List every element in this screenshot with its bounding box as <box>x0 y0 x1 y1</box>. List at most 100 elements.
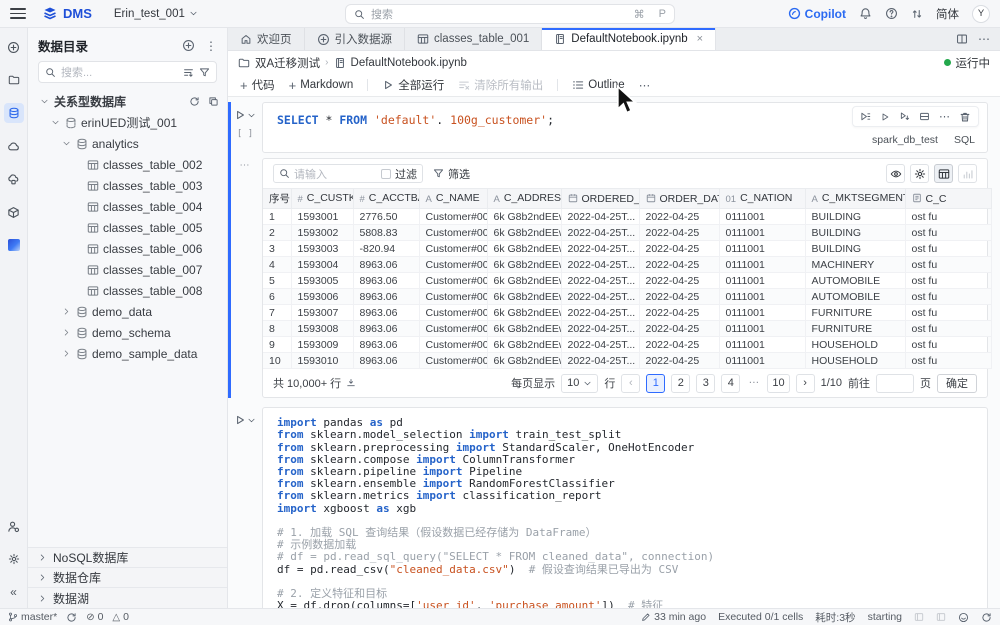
user-settings-icon[interactable] <box>4 516 24 536</box>
duplicate-icon[interactable] <box>208 96 219 107</box>
notifications-bell-icon[interactable] <box>859 7 872 20</box>
breadcrumb-folder[interactable]: 双A迁移测试 <box>255 55 320 71</box>
tree-item-classes_table_008[interactable]: classes_table_008 <box>28 280 227 301</box>
table-row[interactable]: 715930078963.06Customer#001...6k G8b2ndE… <box>263 304 992 322</box>
add-code-button[interactable]: + 代码 <box>240 77 275 93</box>
workspace-switcher[interactable]: Erin_test_001 <box>114 8 198 20</box>
git-branch[interactable]: master* <box>8 611 57 623</box>
tree-item-classes_table_007[interactable]: classes_table_007 <box>28 259 227 280</box>
cloud-sync-icon[interactable] <box>4 169 24 189</box>
hamburger-menu-icon[interactable] <box>10 6 26 22</box>
breadcrumb-file[interactable]: DefaultNotebook.ipynb <box>351 57 467 69</box>
tree-item-classes_table_006[interactable]: classes_table_006 <box>28 238 227 259</box>
download-icon[interactable] <box>346 378 356 388</box>
column-header-C_NAME[interactable]: A C_NAME <box>419 188 488 210</box>
tree-item-classes_table_004[interactable]: classes_table_004 <box>28 196 227 217</box>
run-cell-button[interactable] <box>234 109 256 121</box>
catalog-search-input[interactable]: 搜索... <box>38 61 217 83</box>
chart-view-button[interactable] <box>958 164 977 184</box>
page-button-4[interactable]: 4 <box>721 373 741 393</box>
cube-icon[interactable] <box>4 202 24 222</box>
copilot-button[interactable]: Copilot <box>788 7 846 21</box>
column-header-C_NATION[interactable]: 01 C_NATION <box>719 188 806 210</box>
warning-count[interactable]: △ 0 <box>112 611 129 623</box>
column-header-C_C[interactable]: C_C <box>905 188 992 210</box>
folder-icon[interactable] <box>4 70 24 90</box>
column-header-C_ADDRESS[interactable]: AC_ADDRESS <box>487 188 562 210</box>
more-vertical-icon[interactable]: ⋮ <box>205 39 217 53</box>
tree-item-demo_sample_data[interactable]: demo_sample_data <box>28 343 227 364</box>
panel-toggle-icon[interactable] <box>936 612 946 622</box>
grid-view-button[interactable] <box>934 164 953 184</box>
run-cell-button[interactable] <box>234 414 256 426</box>
updown-arrows-icon[interactable] <box>911 8 923 20</box>
column-header-C_ACCTBAL[interactable]: #C_ACCTBAL <box>353 188 420 210</box>
panel-toggle-icon[interactable] <box>914 612 924 622</box>
avatar[interactable]: Y <box>972 4 990 23</box>
next-page-button[interactable]: › <box>795 373 815 393</box>
chevron-right-icon[interactable] <box>60 328 72 337</box>
run-below-icon[interactable] <box>899 111 910 122</box>
tab-欢迎页[interactable]: 欢迎页 <box>228 28 305 50</box>
tree-item-classes_table_002[interactable]: classes_table_002 <box>28 154 227 175</box>
tab-classes_table_001[interactable]: classes_table_001 <box>405 28 543 50</box>
table-row[interactable]: 1015930108963.06Customer#001...6k G8b2nd… <box>263 352 992 370</box>
column-header-ORDERED_AT[interactable]: ORDERED_AT <box>561 188 640 210</box>
goto-page-input[interactable] <box>876 373 914 393</box>
python-cell[interactable]: import pandas as pd from sklearn.model_se… <box>262 407 988 608</box>
page-button-2[interactable]: 2 <box>671 373 691 393</box>
chevron-right-icon[interactable] <box>60 307 72 316</box>
table-row[interactable]: 915930098963.06Customer#001...6k G8b2ndE… <box>263 336 992 354</box>
result-filter-input[interactable]: 请输入 过滤 <box>273 164 423 184</box>
help-icon[interactable] <box>885 7 898 20</box>
result-settings-button[interactable] <box>910 164 929 184</box>
more-horizontal-icon[interactable]: ⋯ <box>978 32 990 46</box>
run-all-button[interactable]: 全部运行 <box>382 77 444 93</box>
filter-funnel-icon[interactable] <box>199 67 210 78</box>
gear-icon[interactable] <box>4 549 24 569</box>
collapse-left-icon[interactable]: « <box>4 582 24 602</box>
output-drag-handle[interactable]: ⋯ <box>240 160 251 171</box>
tree-item-关系型数据库[interactable]: 关系型数据库 <box>28 91 227 112</box>
prev-page-button[interactable]: ‹ <box>621 373 641 393</box>
column-header-ORDER_DATE[interactable]: ORDER_DATE <box>639 188 720 210</box>
chevron-down-icon[interactable] <box>38 97 50 106</box>
goto-confirm-button[interactable]: 确定 <box>937 373 977 393</box>
tree-item-demo_schema[interactable]: demo_schema <box>28 322 227 343</box>
global-search-input[interactable]: 搜索 ⌘ P <box>345 4 675 24</box>
column-header-C_MKTSEGMENT[interactable]: A C_MKTSEGMENT <box>805 188 906 210</box>
outline-button[interactable]: Outline <box>572 79 625 91</box>
table-row[interactable]: 415930048963.06Customer#001...6k G8b2ndE… <box>263 256 992 274</box>
tab-DefaultNotebook.ipynb[interactable]: DefaultNotebook.ipynb × <box>542 28 717 50</box>
trash-icon[interactable] <box>959 111 971 123</box>
error-count[interactable]: ⊘ 0 <box>86 611 103 623</box>
column-header-序号[interactable]: 序号 <box>263 188 292 210</box>
dms-logo[interactable]: DMS <box>42 6 92 22</box>
tree-item-classes_table_005[interactable]: classes_table_005 <box>28 217 227 238</box>
python-code[interactable]: import pandas as pd from sklearn.model_se… <box>263 408 987 608</box>
split-pane-icon[interactable] <box>956 33 968 45</box>
chevron-right-icon[interactable] <box>60 349 72 358</box>
refresh-icon[interactable] <box>981 612 992 623</box>
preview-eye-button[interactable] <box>886 164 905 184</box>
plus-circle-icon[interactable] <box>4 37 24 57</box>
chevron-down-icon[interactable] <box>49 118 61 127</box>
page-button-1[interactable]: 1 <box>646 373 666 393</box>
table-row[interactable]: 115930012776.50Customer#001...6k G8b2ndE… <box>263 208 992 226</box>
catalog-section-数据湖[interactable]: 数据湖 <box>28 588 227 608</box>
table-row[interactable]: 31593003-820.94Customer#001...6k G8b2ndE… <box>263 240 992 258</box>
tree-item-erinUED测试_001[interactable]: erinUED测试_001 <box>28 112 227 133</box>
clear-outputs-button[interactable]: 清除所有输出 <box>458 77 543 93</box>
database-icon[interactable] <box>3 103 24 123</box>
sync-icon[interactable] <box>66 612 77 623</box>
sift-button[interactable]: 筛选 <box>433 166 470 182</box>
tree-item-demo_data[interactable]: demo_data <box>28 301 227 322</box>
catalog-section-数据仓库[interactable]: 数据仓库 <box>28 568 227 588</box>
table-row[interactable]: 815930088963.06Customer#001...6k G8b2ndE… <box>263 320 992 338</box>
language-switcher[interactable]: 简体 <box>936 6 959 22</box>
per-page-select[interactable]: 10 <box>561 373 599 393</box>
table-row[interactable]: 615930068963.06Customer#001...6k G8b2ndE… <box>263 288 992 306</box>
batch-list-icon[interactable] <box>183 67 194 78</box>
cloud-icon[interactable] <box>4 136 24 156</box>
close-tab-icon[interactable]: × <box>697 33 703 45</box>
